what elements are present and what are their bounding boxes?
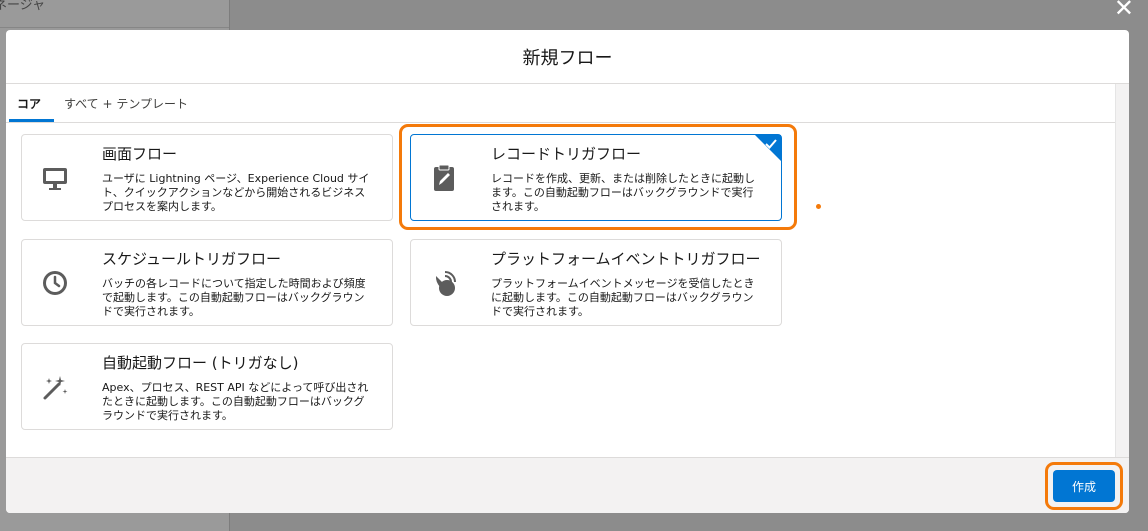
checkmark-icon: [764, 136, 778, 150]
modal-footer: [6, 457, 1129, 513]
card-description: レコードを作成、更新、または削除したときに起動します。この自動起動フローはバック…: [491, 172, 755, 213]
create-button[interactable]: 作成: [1053, 470, 1115, 502]
background-panel-text: ネージャ: [0, 0, 46, 13]
new-flow-modal: 新規フロー コア すべて + テンプレート 画面フロー ユーザに Lightni…: [6, 30, 1129, 513]
card-title: レコードトリガフロー: [491, 145, 642, 163]
card-record-triggered-flow[interactable]: レコードトリガフロー レコードを作成、更新、または削除したときに起動します。この…: [410, 134, 782, 221]
card-screen-flow[interactable]: 画面フロー ユーザに Lightning ページ、Experience Clou…: [21, 134, 393, 221]
card-schedule-triggered-flow[interactable]: スケジュールトリガフロー バッチの各レコードについて指定した時間および頻度で起動…: [21, 239, 393, 326]
clock-icon: [40, 268, 70, 298]
monitor-icon: [40, 163, 70, 193]
card-description: バッチの各レコードについて指定した時間および頻度で起動します。この自動起動フロー…: [102, 277, 366, 318]
background-divider: [0, 27, 229, 28]
tab-bar: コア すべて + テンプレート: [6, 84, 1116, 123]
scrollbar[interactable]: [1115, 84, 1129, 457]
card-description: プラットフォームイベントメッセージを受信したときに起動します。この自動起動フロー…: [491, 277, 755, 318]
card-title: スケジュールトリガフロー: [102, 250, 281, 268]
tab-active-indicator: [9, 119, 54, 122]
card-title: プラットフォームイベントトリガフロー: [491, 250, 761, 268]
card-autolaunched-flow[interactable]: 自動起動フロー (トリガなし) Apex、プロセス、REST API などによっ…: [21, 343, 393, 430]
tab-core[interactable]: コア: [17, 95, 41, 112]
card-title: 画面フロー: [102, 145, 178, 163]
modal-body: コア すべて + テンプレート 画面フロー ユーザに Lightning ページ…: [6, 84, 1116, 457]
magic-wand-icon: [40, 372, 70, 402]
satellite-dish-icon: [429, 268, 459, 298]
card-platform-event-flow[interactable]: プラットフォームイベントトリガフロー プラットフォームイベントメッセージを受信し…: [410, 239, 782, 326]
clipboard-edit-icon: [429, 163, 459, 193]
close-icon[interactable]: ✕: [1114, 0, 1134, 20]
card-description: Apex、プロセス、REST API などによって呼び出されたときに起動します。…: [102, 381, 369, 422]
annotation-dot: [816, 204, 821, 209]
modal-title: 新規フロー: [522, 47, 613, 69]
card-description: ユーザに Lightning ページ、Experience Cloud サイト、…: [102, 172, 370, 213]
modal-header: 新規フロー: [6, 30, 1129, 84]
card-title: 自動起動フロー (トリガなし): [102, 354, 299, 372]
tab-all-templates[interactable]: すべて + テンプレート: [64, 95, 188, 112]
